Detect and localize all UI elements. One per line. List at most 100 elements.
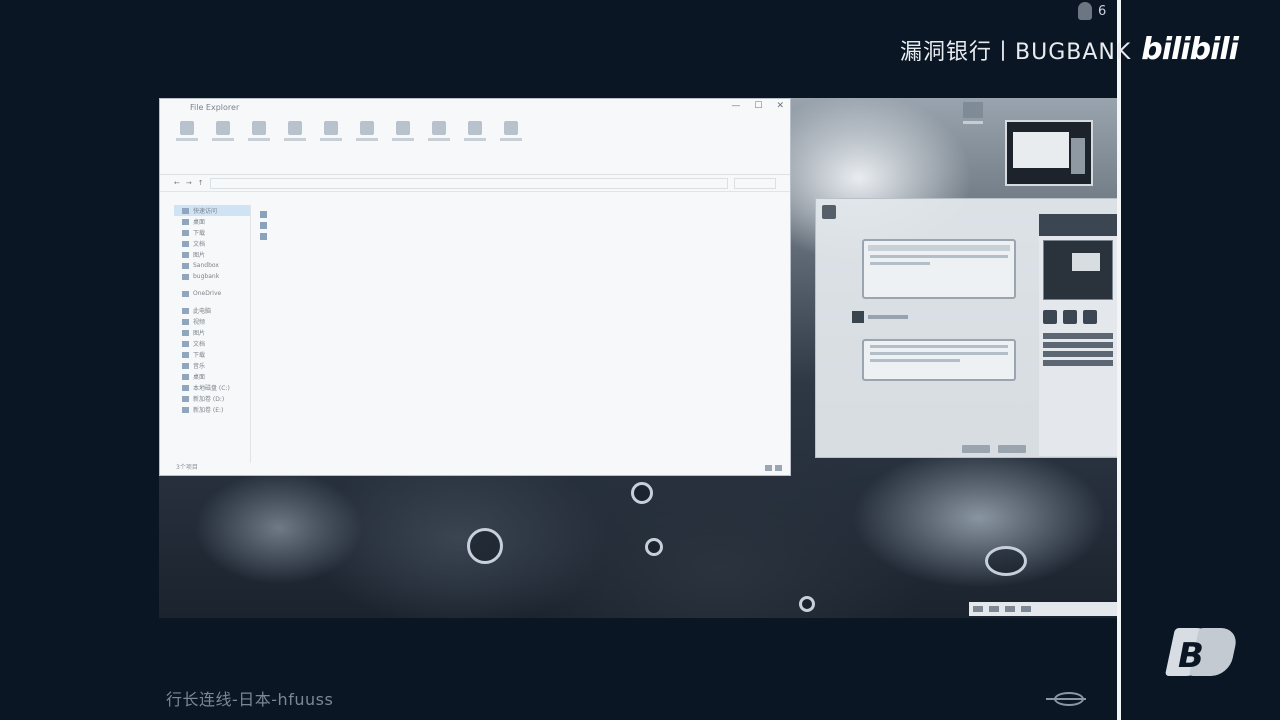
- nav-item-this-pc[interactable]: 此电脑: [174, 305, 250, 316]
- shortcut-label: [963, 121, 983, 124]
- wallpaper-bubble: [631, 482, 653, 504]
- explorer-ribbon: [160, 115, 790, 175]
- nav-item-bugbank[interactable]: bugbank: [174, 271, 250, 282]
- nav-item-sandbox[interactable]: Sandbox: [174, 260, 250, 271]
- file-icon: [260, 233, 267, 240]
- nav-item-documents[interactable]: 文档: [174, 238, 250, 249]
- file-row[interactable]: [260, 231, 560, 242]
- dialog-user-row: [852, 311, 908, 323]
- explorer-title: File Explorer: [190, 102, 240, 112]
- wallpaper-bubble: [985, 546, 1027, 576]
- video-icon: [182, 318, 189, 325]
- shortcut-icon: [963, 102, 983, 118]
- input-method-icon[interactable]: [1005, 606, 1015, 612]
- file-icon[interactable]: [1043, 310, 1057, 324]
- ribbon-open-tool[interactable]: [462, 121, 488, 168]
- ribbon-paste-tool[interactable]: [246, 121, 272, 168]
- details-view-icon[interactable]: [765, 465, 772, 471]
- chat-image[interactable]: [1043, 240, 1113, 300]
- image-icon[interactable]: [1063, 310, 1077, 324]
- close-button[interactable]: ✕: [776, 101, 784, 111]
- minimize-button[interactable]: —: [731, 101, 740, 111]
- open-icon: [468, 121, 482, 135]
- chat-message[interactable]: [1043, 333, 1113, 339]
- view-toggle[interactable]: [765, 465, 782, 471]
- dialog-cancel-button[interactable]: [998, 445, 1026, 453]
- ribbon-copy-tool[interactable]: [210, 121, 236, 168]
- nav-item-pictures[interactable]: 图片: [174, 249, 250, 260]
- bilibili-logo: bilibili: [1141, 32, 1239, 67]
- explorer-titlebar: File Explorer — ☐ ✕: [160, 99, 790, 115]
- nav-label: 视频: [193, 319, 206, 326]
- nav-item-desktop[interactable]: 桌面: [174, 216, 250, 227]
- delete-icon: [324, 121, 338, 135]
- document-icon: [182, 240, 189, 247]
- ribbon-pin-tool[interactable]: [174, 121, 200, 168]
- picture-icon: [182, 329, 189, 336]
- dialog-ok-button[interactable]: [962, 445, 990, 453]
- nav-item-drive-d[interactable]: 新加卷 (D:): [174, 393, 250, 404]
- folder-icon: [182, 262, 189, 269]
- path-field[interactable]: [209, 177, 728, 189]
- file-list-header: [260, 197, 560, 209]
- copy-icon: [216, 121, 230, 135]
- nav-item-onedrive[interactable]: OneDrive: [174, 288, 250, 299]
- app-icon: [822, 205, 836, 219]
- ribbon-rename-tool[interactable]: [354, 121, 380, 168]
- nav-item-drive-c[interactable]: 本地磁盘 (C:): [174, 382, 250, 393]
- chat-tools: [1039, 304, 1117, 330]
- nav-label: 图片: [193, 252, 206, 259]
- file-row[interactable]: [260, 220, 560, 231]
- network-icon[interactable]: [973, 606, 983, 612]
- more-icon[interactable]: [1083, 310, 1097, 324]
- new-folder-icon: [396, 121, 410, 135]
- chat-message[interactable]: [1043, 342, 1113, 348]
- nav-item-downloads[interactable]: 下载: [174, 227, 250, 238]
- bugbank-logo: B: [1164, 628, 1240, 678]
- nav-label: 新加卷 (E:): [193, 407, 224, 414]
- navigation-pane: 快速访问 桌面 下载 文档 图片 Sandbox bugbank OneDriv…: [174, 205, 251, 463]
- tiles-view-icon[interactable]: [775, 465, 782, 471]
- nav-label: 桌面: [193, 374, 206, 381]
- clock-icon[interactable]: [1021, 606, 1031, 612]
- folder-icon: [182, 273, 189, 280]
- nav-item-quick-access[interactable]: 快速访问: [174, 205, 250, 216]
- back-icon[interactable]: ←: [174, 179, 180, 187]
- dialog-card[interactable]: [862, 339, 1016, 381]
- select-icon: [504, 121, 518, 135]
- ribbon-delete-tool[interactable]: [318, 121, 344, 168]
- chat-message[interactable]: [1043, 351, 1113, 357]
- nav-item-videos[interactable]: 视频: [174, 316, 250, 327]
- maximize-button[interactable]: ☐: [754, 101, 762, 111]
- nav-label: 此电脑: [193, 308, 212, 315]
- dialog-card[interactable]: [862, 239, 1016, 299]
- nav-label: 下载: [193, 230, 206, 237]
- nav-item-downloads-pc[interactable]: 下载: [174, 349, 250, 360]
- nav-item-music[interactable]: 音乐: [174, 360, 250, 371]
- volume-icon[interactable]: [989, 606, 999, 612]
- wallpaper-bubble: [467, 528, 503, 564]
- nav-item-drive-e[interactable]: 新加卷 (E:): [174, 404, 250, 415]
- desktop-icon: [182, 373, 189, 380]
- viewer-counter: 6: [1078, 2, 1106, 20]
- file-row[interactable]: [260, 209, 560, 220]
- forward-icon[interactable]: →: [186, 179, 192, 187]
- search-field[interactable]: [734, 177, 776, 189]
- up-icon[interactable]: ↑: [198, 179, 204, 187]
- ribbon-move-tool[interactable]: [282, 121, 308, 168]
- nav-item-documents-pc[interactable]: 文档: [174, 338, 250, 349]
- ribbon-newfolder-tool[interactable]: [390, 121, 416, 168]
- nav-label: Sandbox: [193, 262, 219, 269]
- ribbon-select-tool[interactable]: [498, 121, 524, 168]
- nav-label: 桌面: [193, 219, 206, 226]
- pin-icon: [180, 121, 194, 135]
- nav-item-desktop-pc[interactable]: 桌面: [174, 371, 250, 382]
- preview-thumbnail[interactable]: [1005, 120, 1093, 186]
- nav-item-pictures-pc[interactable]: 图片: [174, 327, 250, 338]
- desktop-shortcut[interactable]: [963, 102, 985, 128]
- ribbon-properties-tool[interactable]: [426, 121, 452, 168]
- viewer-count: 6: [1098, 3, 1107, 19]
- chat-message[interactable]: [1043, 360, 1113, 366]
- nav-label: 下载: [193, 352, 206, 359]
- brand-header: 漏洞银行丨BUGBANK bilibili: [900, 32, 1239, 67]
